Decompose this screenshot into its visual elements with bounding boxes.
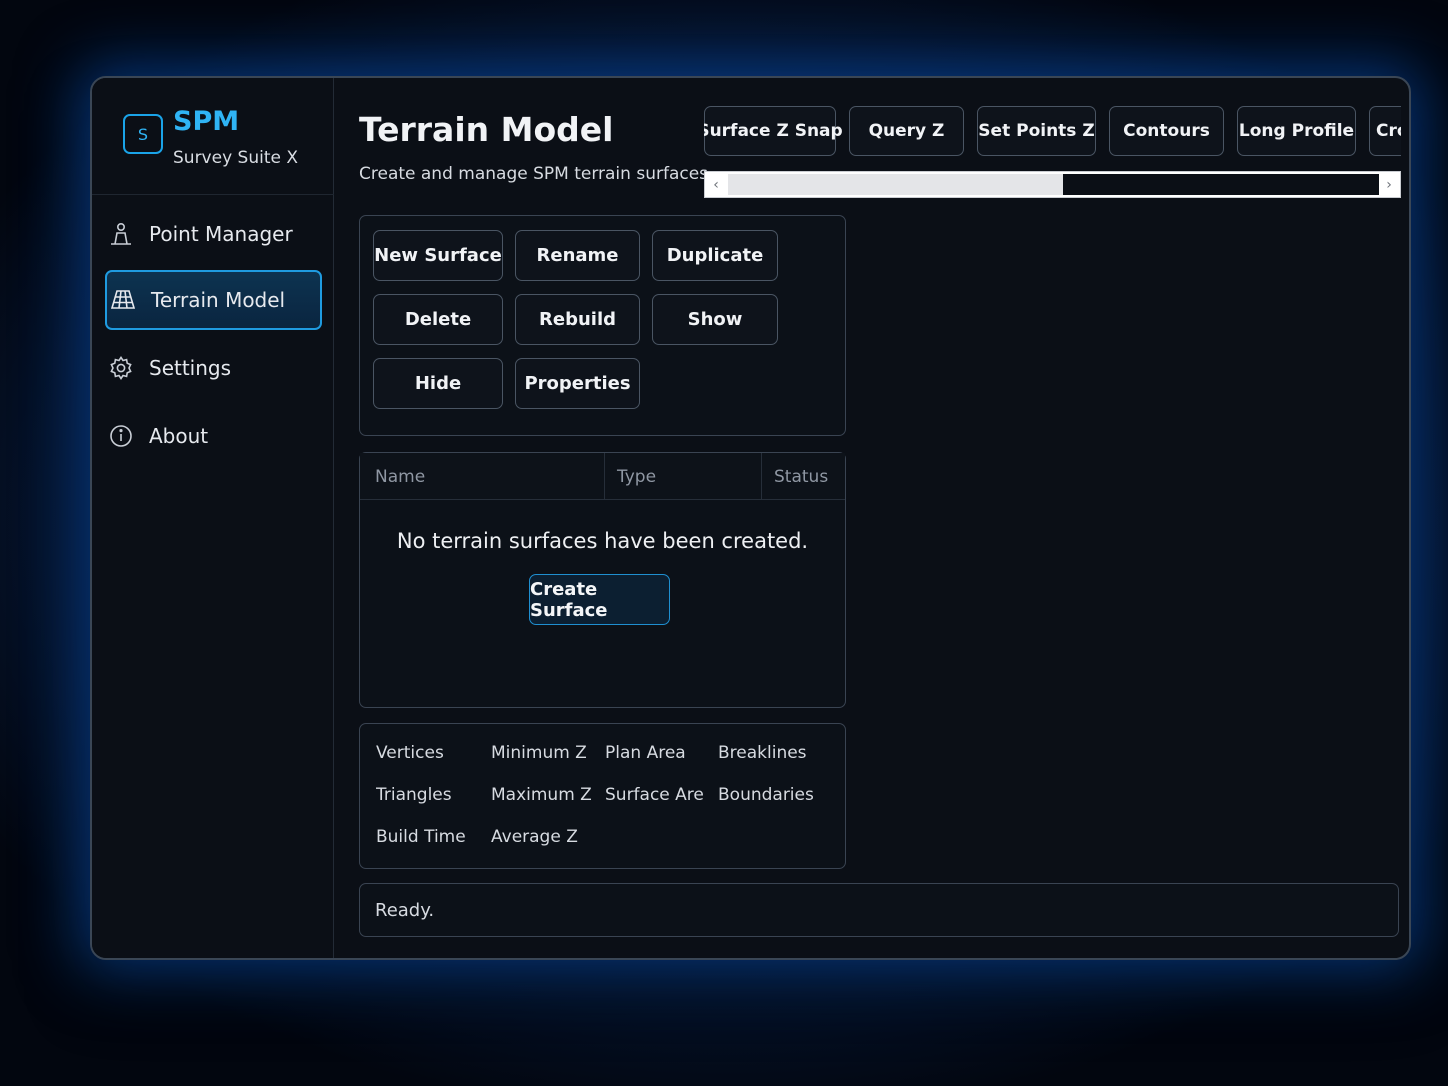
create-surface-button[interactable]: Create Surface bbox=[529, 574, 670, 625]
column-header-type[interactable]: Type bbox=[617, 453, 656, 500]
gear-icon bbox=[107, 354, 135, 382]
stat-label-surface-area: Surface Are bbox=[605, 785, 704, 805]
scroll-right-icon[interactable]: › bbox=[1378, 172, 1400, 197]
show-button[interactable]: Show bbox=[652, 294, 778, 345]
surveyor-icon bbox=[107, 220, 135, 248]
duplicate-button[interactable]: Duplicate bbox=[652, 230, 778, 281]
rename-button[interactable]: Rename bbox=[515, 230, 640, 281]
status-bar: Ready. bbox=[359, 883, 1399, 937]
sidebar: S SPM Survey Suite X Point Manager Terra… bbox=[92, 78, 334, 958]
brand-header: S SPM Survey Suite X bbox=[92, 78, 334, 195]
sidebar-item-label: About bbox=[149, 424, 209, 448]
hide-button[interactable]: Hide bbox=[373, 358, 503, 409]
scroll-thumb[interactable] bbox=[728, 174, 1063, 195]
stat-label-minimum-z: Minimum Z bbox=[491, 743, 587, 763]
stat-label-vertices: Vertices bbox=[376, 743, 444, 763]
surface-actions-panel: New Surface Rename Duplicate Delete Rebu… bbox=[359, 215, 846, 436]
sidebar-item-about[interactable]: About bbox=[105, 406, 322, 466]
set-points-z-button[interactable]: Set Points Z bbox=[977, 106, 1096, 156]
sidebar-item-label: Terrain Model bbox=[151, 288, 286, 312]
contours-button[interactable]: Contours bbox=[1109, 106, 1224, 156]
sidebar-item-label: Settings bbox=[149, 356, 232, 380]
info-icon bbox=[107, 422, 135, 450]
cross-section-button[interactable]: Cro bbox=[1369, 106, 1401, 156]
column-divider bbox=[761, 453, 762, 500]
stat-label-maximum-z: Maximum Z bbox=[491, 785, 592, 805]
query-z-button[interactable]: Query Z bbox=[849, 106, 964, 156]
column-header-name[interactable]: Name bbox=[375, 453, 425, 500]
brand-logo: S bbox=[123, 114, 163, 154]
stat-label-average-z: Average Z bbox=[491, 827, 578, 847]
long-profile-button[interactable]: Long Profile bbox=[1237, 106, 1356, 156]
main-content: Terrain Model Create and manage SPM terr… bbox=[335, 78, 1409, 958]
status-text: Ready. bbox=[375, 900, 435, 921]
sidebar-item-terrain-model[interactable]: Terrain Model bbox=[105, 270, 322, 330]
sidebar-item-label: Point Manager bbox=[149, 222, 293, 246]
sidebar-item-settings[interactable]: Settings bbox=[105, 338, 322, 398]
surface-z-snap-button[interactable]: Surface Z Snap bbox=[704, 106, 843, 156]
stat-label-triangles: Triangles bbox=[376, 785, 452, 805]
rebuild-button[interactable]: Rebuild bbox=[515, 294, 640, 345]
brand-subtitle: Survey Suite X bbox=[173, 148, 299, 168]
page-subtitle: Create and manage SPM terrain surfaces bbox=[359, 164, 709, 184]
stat-label-plan-area: Plan Area bbox=[605, 743, 686, 763]
grid-terrain-icon bbox=[109, 286, 137, 314]
column-divider bbox=[604, 453, 605, 500]
toolbar-scrollbar[interactable]: ‹ › bbox=[704, 171, 1401, 198]
brand-name: SPM bbox=[173, 106, 240, 137]
surface-stats-panel: Vertices Minimum Z Plan Area Breaklines … bbox=[359, 723, 846, 869]
sidebar-item-point-manager[interactable]: Point Manager bbox=[105, 204, 322, 264]
stat-label-build-time: Build Time bbox=[376, 827, 466, 847]
app-window: S SPM Survey Suite X Point Manager Terra… bbox=[90, 76, 1411, 960]
empty-state-message: No terrain surfaces have been created. bbox=[396, 529, 809, 553]
scroll-track[interactable] bbox=[728, 174, 1379, 195]
scroll-left-icon[interactable]: ‹ bbox=[705, 172, 727, 197]
properties-button[interactable]: Properties bbox=[515, 358, 640, 409]
stat-label-boundaries: Boundaries bbox=[718, 785, 814, 805]
new-surface-button[interactable]: New Surface bbox=[373, 230, 503, 281]
column-header-status[interactable]: Status bbox=[774, 453, 828, 500]
page-title: Terrain Model bbox=[359, 110, 614, 149]
table-header: Name Type Status bbox=[360, 453, 845, 500]
stat-label-breaklines: Breaklines bbox=[718, 743, 807, 763]
tool-strip: Surface Z Snap Query Z Set Points Z Cont… bbox=[704, 106, 1401, 158]
surfaces-table: Name Type Status No terrain surfaces hav… bbox=[359, 452, 846, 708]
delete-button[interactable]: Delete bbox=[373, 294, 503, 345]
